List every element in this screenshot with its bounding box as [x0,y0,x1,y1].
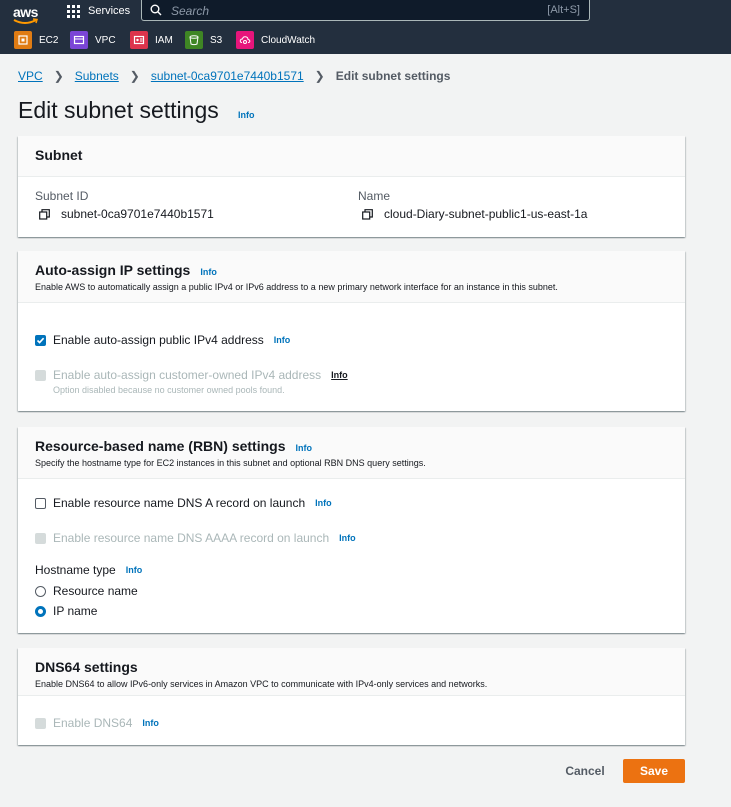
top-navigation-bar: aws Services Search [Alt+S] EC2 VPC IAM … [0,0,731,54]
auto-assign-ipv4-info-link[interactable]: Info [274,335,291,345]
name-text: cloud-Diary-subnet-public1-us-east-1a [384,207,588,221]
iam-icon [130,31,148,49]
rbn-description: Specify the hostname type for EC2 instan… [35,458,426,468]
dns64-title: DNS64 settings [35,659,138,675]
auto-assign-title: Auto-assign IP settings [35,262,191,278]
favorite-vpc[interactable]: VPC [70,30,116,50]
hostname-type-info-link[interactable]: Info [126,565,143,575]
vpc-icon [70,31,88,49]
subnet-panel-title: Subnet [35,147,83,163]
resource-name-label: Resource name [53,584,138,598]
services-menu-button[interactable]: Services [67,4,130,18]
breadcrumb-subnet-id[interactable]: subnet-0ca9701e7440b1571 [151,69,304,83]
chevron-right-icon: ❯ [129,69,140,83]
rbn-settings-panel: Resource-based name (RBN) settings Info S… [18,427,685,633]
subnet-id-label: Subnet ID [35,189,89,203]
favorite-iam[interactable]: IAM [130,30,173,50]
search-icon [150,4,162,16]
auto-assign-ipv4-option[interactable]: Enable auto-assign public IPv4 address I… [35,333,290,347]
copy-icon[interactable] [362,208,373,220]
favorite-label: VPC [95,34,116,46]
favorite-label: EC2 [39,34,59,46]
aws-smile-icon [13,18,38,24]
ip-name-label: IP name [53,604,98,618]
checkmark-icon [36,337,45,344]
auto-assign-customer-checkbox [35,369,46,381]
breadcrumb-subnets[interactable]: Subnets [75,69,119,83]
copy-icon[interactable] [39,208,50,220]
dns-aaaa-record-checkbox [35,532,46,544]
dns64-header: DNS64 settings Enable DNS64 to allow IPv… [18,648,685,696]
auto-assign-customer-option: Enable auto-assign customer-owned IPv4 a… [35,368,348,382]
favorite-ec2[interactable]: EC2 [14,30,58,50]
search-placeholder: Search [171,4,210,18]
auto-assign-ipv4-label: Enable auto-assign public IPv4 address [53,333,264,347]
auto-assign-customer-label: Enable auto-assign customer-owned IPv4 a… [53,368,322,382]
name-value: cloud-Diary-subnet-public1-us-east-1a [362,207,587,221]
dns-a-record-checkbox[interactable] [35,497,46,509]
favorite-label: CloudWatch [261,34,316,46]
auto-assign-header: Auto-assign IP settings Info Enable AWS t… [18,251,685,303]
search-input[interactable]: Search [Alt+S] [141,0,590,21]
services-label: Services [88,5,131,17]
cloudwatch-icon [236,31,254,49]
ip-name-radio[interactable] [35,605,46,617]
enable-dns64-option: Enable DNS64 Info [35,716,159,730]
hostname-option-resource-name[interactable]: Resource name [35,584,138,598]
dns64-description: Enable DNS64 to allow IPv6-only services… [35,679,488,689]
grid-icon [67,4,80,18]
page-title: Edit subnet settings [18,97,219,123]
enable-dns64-checkbox [35,717,46,729]
subnet-id-text: subnet-0ca9701e7440b1571 [61,207,214,221]
subnet-id-value: subnet-0ca9701e7440b1571 [39,207,214,221]
rbn-title: Resource-based name (RBN) settings [35,438,286,454]
dns-a-record-option[interactable]: Enable resource name DNS A record on lau… [35,496,332,510]
dns-aaaa-record-info-link[interactable]: Info [339,533,356,543]
breadcrumb: VPC ❯ Subnets ❯ subnet-0ca9701e7440b1571… [18,69,450,83]
resource-name-radio[interactable] [35,585,46,597]
s3-bucket-icon [185,31,203,49]
page-title-info-link[interactable]: Info [238,110,255,120]
save-button[interactable]: Save [623,759,685,783]
favorite-cloudwatch[interactable]: CloudWatch [236,30,315,50]
dns-aaaa-record-option: Enable resource name DNS AAAA record on … [35,531,356,545]
chevron-right-icon: ❯ [53,69,64,83]
auto-assign-customer-info-link[interactable]: Info [331,370,348,380]
name-label: Name [358,189,391,203]
auto-assign-description: Enable AWS to automatically assign a pub… [35,282,558,292]
ec2-icon [14,31,32,49]
chevron-right-icon: ❯ [314,69,325,83]
favorite-s3[interactable]: S3 [185,30,222,50]
aws-logo[interactable]: aws [13,4,41,26]
favorite-label: S3 [210,34,223,46]
subnet-panel-header: Subnet [18,136,685,177]
favorite-label: IAM [155,34,173,46]
auto-assign-info-link[interactable]: Info [200,267,217,277]
rbn-info-link[interactable]: Info [296,443,313,453]
search-shortcut: [Alt+S] [547,4,580,16]
subnet-panel: Subnet Subnet ID subnet-0ca9701e7440b157… [18,136,685,237]
dns-aaaa-record-label: Enable resource name DNS AAAA record on … [53,531,330,545]
dns-a-record-info-link[interactable]: Info [315,498,332,508]
auto-assign-ipv4-checkbox[interactable] [35,334,46,346]
enable-dns64-label: Enable DNS64 [53,716,133,730]
breadcrumb-current: Edit subnet settings [335,69,451,83]
auto-assign-ip-panel: Auto-assign IP settings Info Enable AWS t… [18,251,685,411]
breadcrumb-vpc[interactable]: VPC [18,69,43,83]
dns-a-record-label: Enable resource name DNS A record on lau… [53,496,306,510]
hostname-type-heading: Hostname type Info [35,563,142,577]
hostname-option-ip-name[interactable]: IP name [35,604,97,618]
hostname-type-label: Hostname type [35,563,116,577]
dns64-settings-panel: DNS64 settings Enable DNS64 to allow IPv… [18,648,685,745]
auto-assign-customer-note: Option disabled because no customer owne… [53,385,285,395]
cancel-button[interactable]: Cancel [558,761,612,781]
rbn-header: Resource-based name (RBN) settings Info S… [18,427,685,479]
enable-dns64-info-link[interactable]: Info [142,718,159,728]
